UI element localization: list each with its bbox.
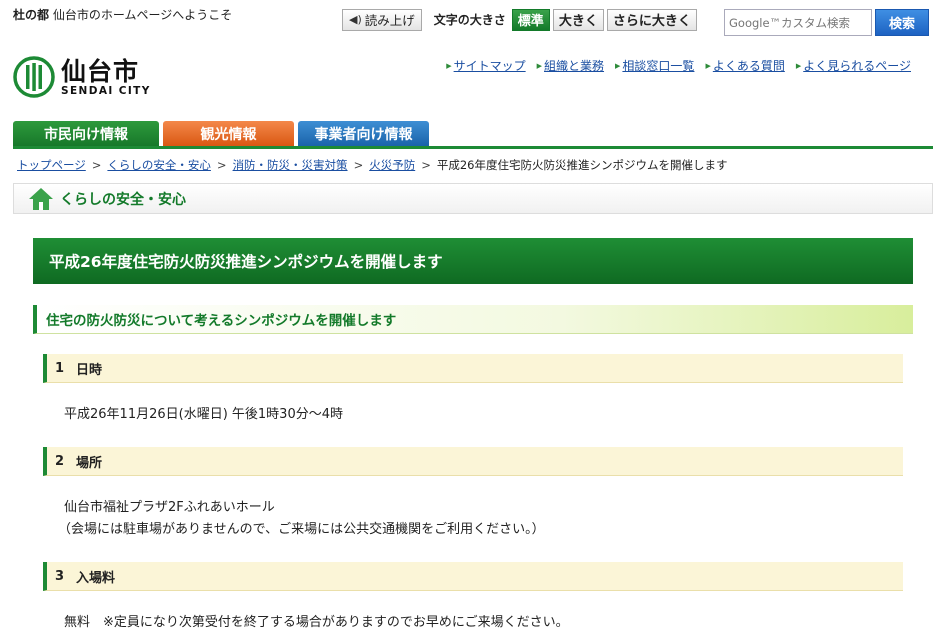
font-size-standard-button[interactable]: 標準 bbox=[511, 8, 550, 31]
font-size-larger-button[interactable]: さらに大きく bbox=[606, 8, 697, 31]
accessibility-tools: ◀) 読み上げ 文字の大きさ 標準 大きく さらに大きく bbox=[342, 8, 700, 31]
font-size-label: 文字の大きさ bbox=[433, 13, 506, 27]
font-size-large-button[interactable]: 大きく bbox=[552, 8, 604, 31]
triangle-icon: ▶ bbox=[795, 62, 802, 70]
breadcrumb-current: 平成26年度住宅防火防災推進シンポジウムを開催します bbox=[436, 158, 728, 172]
page-title: 平成26年度住宅防火防災推進シンポジウムを開催します bbox=[33, 238, 913, 284]
section-title: 入場料 bbox=[76, 570, 116, 586]
link-organization[interactable]: ▶ 組織と業務 bbox=[537, 57, 604, 74]
section-heading-venue: 2 場所 bbox=[43, 447, 903, 476]
section-title: 日時 bbox=[76, 362, 103, 378]
link-popular-pages[interactable]: ▶ よく見られるページ bbox=[796, 57, 911, 74]
tab-underline bbox=[13, 146, 933, 149]
sub-heading: 住宅の防火防災について考えるシンポジウムを開催します bbox=[33, 305, 913, 334]
section-heading-datetime: 1 日時 bbox=[43, 354, 903, 383]
logo-english: SENDAI CITY bbox=[61, 84, 151, 97]
read-aloud-button[interactable]: ◀) 読み上げ bbox=[342, 8, 422, 31]
tab-tourism[interactable]: 観光情報 bbox=[163, 121, 294, 146]
read-aloud-label: 読み上げ bbox=[364, 13, 415, 28]
breadcrumb: トップページ > くらしの安全・安心 > 消防・防災・災害対策 > 火災予防 > 平成26年度住… bbox=[17, 158, 728, 172]
section-text-datetime: 平成26年11月26日(水曜日) 午後1時30分～4時 bbox=[64, 407, 343, 422]
search-input[interactable] bbox=[724, 9, 872, 36]
triangle-icon: ▶ bbox=[615, 62, 621, 70]
triangle-icon: ▶ bbox=[705, 62, 711, 70]
sendai-emblem-icon bbox=[13, 56, 55, 98]
main-nav-tabs: 市民向け情報 観光情報 事業者向け情報 bbox=[13, 121, 433, 146]
triangle-icon: ▶ bbox=[446, 62, 452, 70]
tab-business[interactable]: 事業者向け情報 bbox=[298, 121, 429, 146]
section-title: 場所 bbox=[76, 455, 103, 471]
section-number: 1 bbox=[55, 360, 65, 376]
home-icon bbox=[29, 187, 53, 210]
section-heading-fee: 3 入場料 bbox=[43, 562, 903, 591]
site-logo[interactable]: 仙台市 SENDAI CITY bbox=[13, 56, 151, 98]
link-sitemap[interactable]: ▶ サイトマップ bbox=[446, 57, 525, 74]
site-search: 検索 bbox=[724, 9, 929, 36]
breadcrumb-fire-prevention[interactable]: 火災予防 bbox=[369, 158, 415, 172]
breadcrumb-safety[interactable]: くらしの安全・安心 bbox=[107, 158, 211, 172]
link-faq[interactable]: ▶ よくある質問 bbox=[705, 57, 784, 74]
section-text-fee: 無料 ※定員になり次第受付を終了する場合がありますのでお早めにご来場ください。 bbox=[64, 615, 569, 630]
breadcrumb-top[interactable]: トップページ bbox=[17, 158, 86, 172]
speaker-icon: ◀) bbox=[349, 13, 362, 26]
section-number: 3 bbox=[55, 568, 65, 584]
tagline-text: 仙台市のホームページへようこそ bbox=[52, 8, 233, 22]
link-consultation[interactable]: ▶ 相談窓口一覧 bbox=[615, 57, 694, 74]
breadcrumb-disaster[interactable]: 消防・防災・災害対策 bbox=[233, 158, 348, 172]
tagline-bold: 杜の都 bbox=[13, 8, 50, 22]
category-label: くらしの安全・安心 bbox=[60, 191, 186, 208]
section-number: 2 bbox=[55, 453, 65, 469]
category-bar: くらしの安全・安心 bbox=[13, 183, 933, 214]
search-button[interactable]: 検索 bbox=[875, 9, 929, 36]
site-tagline: 杜の都 仙台市のホームページへようこそ bbox=[13, 6, 232, 23]
section-text-venue: 仙台市福祉プラザ2Fふれあいホール bbox=[64, 500, 275, 515]
utility-links: ▶ サイトマップ ▶ 組織と業務 ▶ 相談窓口一覧 ▶ よくある質問 ▶ よく見られるペー… bbox=[435, 57, 911, 74]
section-text-venue-note: （会場には駐車場がありませんので、ご来場には公共交通機関をご利用ください。） bbox=[58, 522, 545, 537]
logo-japanese: 仙台市 bbox=[61, 56, 140, 86]
tab-citizens[interactable]: 市民向け情報 bbox=[13, 121, 159, 146]
triangle-icon: ▶ bbox=[536, 62, 543, 70]
